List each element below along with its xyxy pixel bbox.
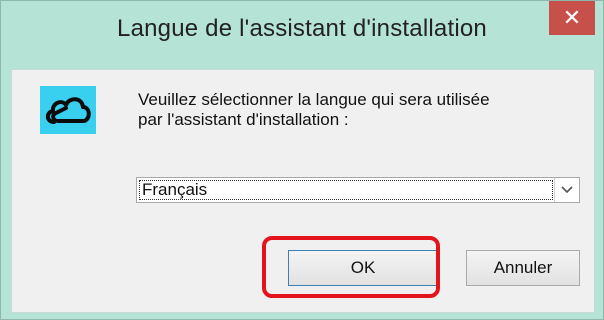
chevron-down-icon: [561, 183, 573, 197]
language-selected-value: Français: [139, 180, 553, 200]
close-button[interactable]: ✕: [549, 1, 595, 35]
dropdown-arrow-button[interactable]: [554, 178, 579, 202]
ok-button[interactable]: OK: [288, 250, 438, 286]
cloud-logo-icon: [40, 86, 96, 134]
dialog-title: Langue de l'assistant d'installation: [117, 15, 487, 42]
instruction-text: Veuillez sélectionner la langue qui sera…: [138, 90, 578, 130]
cancel-button[interactable]: Annuler: [466, 250, 580, 286]
close-icon: ✕: [562, 5, 582, 30]
instruction-line-1: Veuillez sélectionner la langue qui sera…: [138, 90, 490, 109]
title-bar[interactable]: Langue de l'assistant d'installation ✕: [1, 1, 603, 69]
instruction-line-2: par l'assistant d'installation :: [138, 110, 349, 129]
installer-language-dialog: Langue de l'assistant d'installation ✕ V…: [0, 0, 604, 320]
dialog-body: Veuillez sélectionner la langue qui sera…: [11, 69, 595, 313]
language-dropdown[interactable]: Français: [136, 177, 580, 203]
